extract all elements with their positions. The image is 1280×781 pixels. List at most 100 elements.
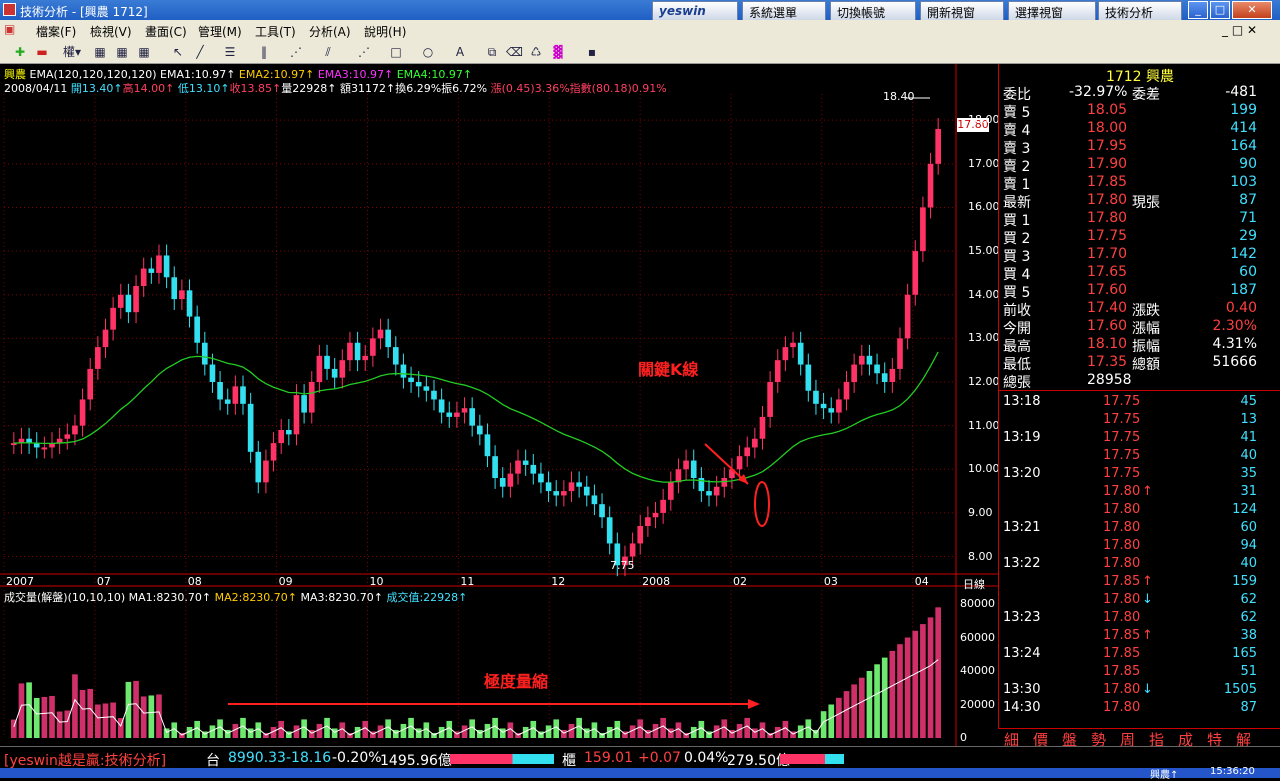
volume-bar — [26, 682, 32, 738]
ohlc-info-line: 2008/04/11 開13.40↑高14.00↑ 低13.10↑收13.85↑… — [4, 80, 667, 96]
switch-account-button[interactable]: 切換帳號 — [830, 1, 916, 21]
annotation-ellipse — [754, 481, 770, 527]
chart-type-icon[interactable]: 權▾ — [58, 44, 86, 60]
new-window-button[interactable]: 開新視窗 — [920, 1, 1004, 21]
parallel-tool-icon[interactable]: ⋰ — [356, 44, 372, 60]
tick-row: 13:19 17.75 41 — [999, 430, 1280, 448]
rect-tool-icon[interactable]: □ — [388, 44, 404, 60]
menu-view[interactable]: 檢視(V) — [90, 23, 132, 40]
copy-icon[interactable]: ⧉ — [484, 44, 500, 60]
stat-label: 最低 — [1003, 357, 1031, 373]
stat-row: 前收 17.40 漲跌 0.40 — [999, 300, 1280, 319]
candle-body — [576, 482, 582, 487]
text-tool-icon[interactable]: A — [452, 44, 468, 60]
row-label: 買 5 — [1003, 285, 1031, 301]
menu-file[interactable]: 檔案(F) — [36, 23, 76, 40]
volume-bar — [935, 607, 941, 738]
tick-volume: 40 — [1240, 556, 1257, 571]
menu-analysis[interactable]: 分析(A) — [309, 23, 351, 40]
line-tool-icon[interactable]: ╱ — [192, 44, 208, 60]
candle-body — [339, 360, 346, 378]
menu-help[interactable]: 說明(H) — [364, 23, 406, 40]
row-volume: 90 — [1239, 156, 1257, 172]
select-window-button[interactable]: 選擇視窗 — [1008, 1, 1096, 21]
candle-body — [377, 329, 384, 339]
stat-v2: 0.40 — [1225, 300, 1257, 316]
candle-body — [102, 329, 109, 348]
tick-volume: 159 — [1232, 574, 1257, 589]
row-price: 17.95 — [1087, 138, 1128, 154]
eraser-icon[interactable]: ⌫ — [506, 44, 523, 60]
zoom-in-icon[interactable]: ✚ — [12, 44, 28, 60]
max-price-label: 18.40 — [883, 90, 915, 103]
lock-icon[interactable]: ♺ — [528, 44, 544, 60]
vline-tool-icon[interactable]: ‖ — [256, 44, 272, 60]
minimize-icon[interactable]: _ — [1188, 1, 1208, 19]
menu-tools[interactable]: 工具(T) — [255, 23, 296, 40]
save-icon[interactable]: ▪ — [584, 44, 600, 60]
stat-row: 總張 28958 — [999, 372, 1280, 391]
taskbar-ticker[interactable]: 興農↑ — [1150, 766, 1178, 781]
otc-bar — [780, 754, 844, 764]
close-icon[interactable]: ✕ — [1232, 1, 1272, 19]
candle-body — [774, 360, 781, 382]
tick-arrow: ↓ — [1142, 682, 1153, 697]
fan-tool-icon[interactable]: ⋰ — [288, 44, 304, 60]
menu-screen[interactable]: 畫面(C) — [145, 23, 187, 40]
tick-price: 17.80 — [1103, 556, 1141, 571]
row-price: 17.80 — [1087, 210, 1128, 226]
tick-row: 17.80 94 — [999, 538, 1280, 556]
candle-body — [316, 355, 323, 382]
tick-time: 13:22 — [1003, 556, 1041, 571]
candle-body — [813, 390, 819, 404]
taskbar: 興農↑ 15:36:20 — [0, 766, 1280, 781]
doc-icon: ▣ — [4, 22, 16, 36]
candle-body — [828, 408, 835, 413]
row-price: 17.70 — [1087, 246, 1128, 262]
otc-change: +0.07 — [638, 750, 681, 766]
volume-bar — [247, 728, 254, 738]
candle-body — [683, 460, 689, 470]
mdi-controls-icon[interactable]: _ □ ✕ — [1222, 23, 1257, 37]
tech-analysis-button[interactable]: 技術分析 — [1098, 1, 1182, 21]
candle-body — [240, 386, 246, 404]
row-volume: 60 — [1239, 264, 1257, 280]
app-icon — [3, 3, 16, 16]
row-label: 賣 3 — [1003, 141, 1031, 157]
ask-row: 賣 3 17.95 164 — [999, 138, 1280, 157]
menu-manage[interactable]: 管理(M) — [198, 23, 242, 40]
system-menu-button[interactable]: 系統選單 — [742, 1, 826, 21]
candle-body — [354, 342, 361, 361]
time-tick-label: 02 — [732, 575, 747, 588]
volume-bar — [927, 617, 934, 738]
maximize-icon[interactable]: □ — [1210, 1, 1230, 19]
stat-v1: 17.60 — [1087, 318, 1128, 334]
window-icon-1[interactable]: ▦ — [92, 44, 108, 60]
row-label: 賣 4 — [1003, 123, 1031, 139]
tick-volume: 13 — [1240, 412, 1257, 427]
hline-tool-icon[interactable]: ☰ — [222, 44, 238, 60]
stat-v1: 28958 — [1087, 372, 1132, 388]
candle-body — [438, 399, 445, 413]
chart-area[interactable]: 興農 EMA(120,120,120,120) EMA1:10.97↑ EMA2… — [0, 64, 1000, 746]
candle-body — [561, 491, 567, 496]
tick-arrow: ↑ — [1142, 628, 1153, 643]
zoom-out-icon[interactable]: ▬ — [34, 44, 50, 60]
candle-body — [370, 338, 376, 356]
pointer-icon[interactable]: ↖ — [170, 44, 186, 60]
color-icon[interactable]: ▓ — [550, 44, 566, 60]
chart-svg[interactable] — [0, 64, 998, 746]
candle-body — [64, 434, 71, 439]
volume-bar — [851, 684, 857, 738]
tick-price: 17.80 — [1103, 538, 1141, 553]
window-icon-2[interactable]: ▦ — [114, 44, 130, 60]
ellipse-tool-icon[interactable]: ○ — [420, 44, 436, 60]
window-icon-3[interactable]: ▦ — [136, 44, 152, 60]
stat-label2: 總額 — [1132, 357, 1160, 373]
candle-body — [263, 460, 269, 483]
volume-bar — [836, 697, 842, 738]
stat-label: 總張 — [1003, 375, 1031, 391]
volume-bar — [56, 711, 63, 738]
channel-tool-icon[interactable]: ⫽ — [320, 44, 336, 60]
period-label[interactable]: 日線 — [963, 576, 985, 592]
